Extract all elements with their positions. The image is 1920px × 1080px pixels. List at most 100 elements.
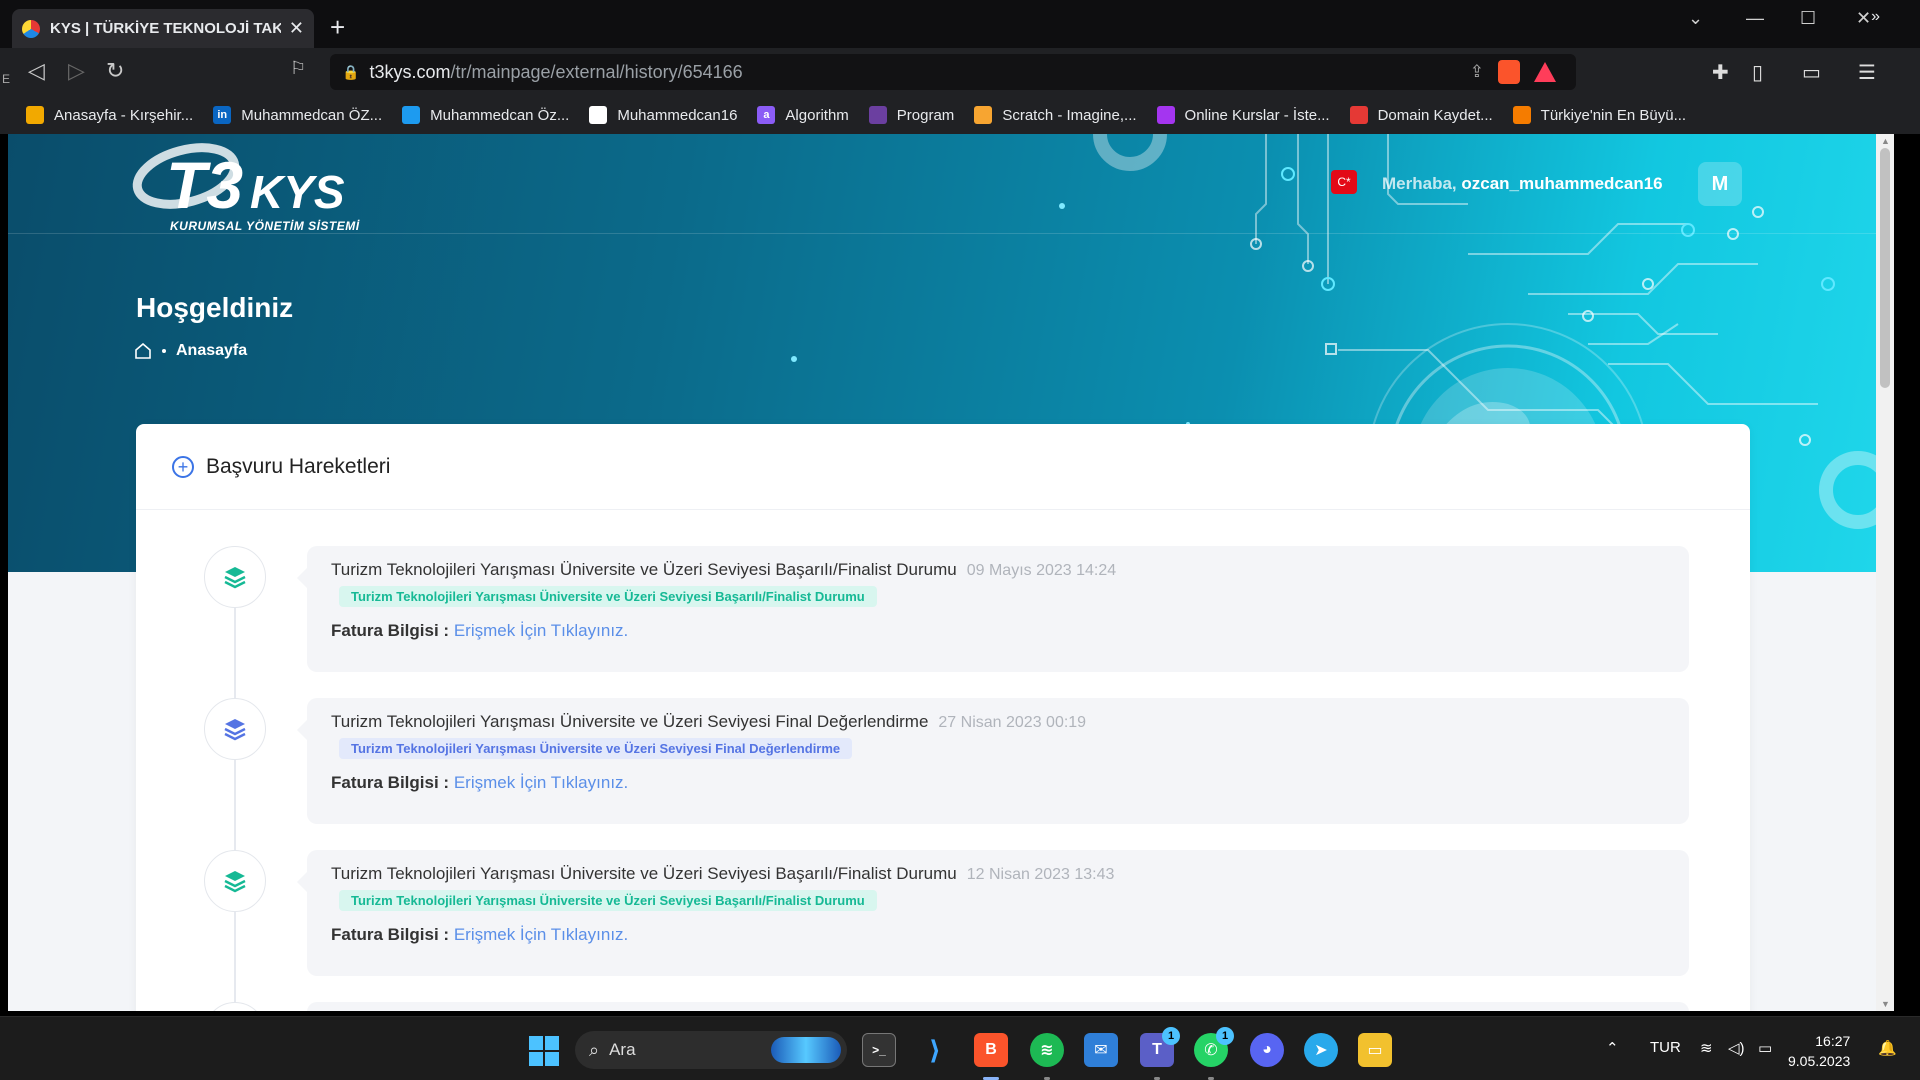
page-title: Hoşgeldiniz (136, 292, 294, 323)
search-label: Ara (609, 1040, 636, 1059)
teams-icon[interactable]: T1 (1140, 1027, 1180, 1067)
brave-rewards-icon[interactable] (1534, 62, 1556, 82)
fatura-label: Fatura Bilgisi : (331, 621, 450, 640)
bookmark-favicon-icon: a (757, 106, 776, 124)
tab-kys[interactable]: KYS | TÜRKİYE TEKNOLOJİ TAKIMI ✕ (12, 9, 314, 48)
battery-icon[interactable]: ▭ (1758, 1039, 1772, 1057)
timeline-content: Turizm Teknolojileri Yarışması Üniversit… (297, 546, 1689, 672)
fatura-link[interactable]: Erişmek İçin Tıklayınız. (454, 621, 628, 640)
spotify-icon[interactable]: ≋ (1030, 1033, 1064, 1067)
teams-badge: 1 (1162, 1027, 1180, 1045)
mail-icon[interactable]: ✉ (1084, 1033, 1118, 1067)
user-greeting: Merhaba, ozcan_muhammedcan16 (1382, 174, 1663, 194)
header-divider (8, 233, 1876, 234)
wallet-icon[interactable]: ▭ (1802, 60, 1821, 85)
bookmark-label: Algorithm (785, 106, 849, 124)
maximize-button[interactable]: ☐ (1800, 8, 1816, 29)
file-explorer-icon[interactable]: ▭ (1358, 1033, 1392, 1067)
menu-icon[interactable]: ☰ (1858, 60, 1876, 85)
bookmark-item[interactable]: Online Kurslar - İste... (1156, 106, 1330, 124)
windows-taskbar: ⌕ Ara >_ ⟩ B ≋ ✉ T1 ✆ 1 ◕ ➤ ▭ ⌃ TUR ≋ ◁) … (0, 1016, 1920, 1080)
breadcrumb-separator (162, 349, 166, 353)
bookmark-item[interactable]: Türkiye'nin En Büyü... (1512, 106, 1687, 124)
vertical-scrollbar[interactable]: ▲ ▼ (1876, 134, 1894, 1011)
tab-search-chevron-icon[interactable]: ⌄ (1688, 8, 1703, 29)
brave-shields-icon[interactable] (1498, 60, 1520, 84)
forward-icon[interactable]: ▷ (68, 58, 85, 84)
fatura-link[interactable]: Erişmek İçin Tıklayınız. (454, 773, 628, 792)
new-tab-button[interactable]: + (330, 12, 345, 43)
wifi-icon[interactable]: ≋ (1700, 1039, 1713, 1057)
scroll-up-icon[interactable]: ▲ (1881, 136, 1890, 146)
share-icon[interactable]: ⇪ (1470, 62, 1484, 82)
bookmark-item[interactable]: in Muhammedcan ÖZ... (213, 106, 382, 124)
home-icon[interactable] (134, 343, 152, 359)
bookmark-favicon-icon (1349, 106, 1368, 124)
bookmark-item[interactable]: a Algorithm (757, 106, 849, 124)
turkey-flag-icon[interactable]: C* (1331, 170, 1357, 194)
reload-icon[interactable]: ↻ (106, 58, 124, 84)
bookmark-item[interactable]: Program (868, 106, 954, 124)
svg-text:KYS: KYS (250, 166, 345, 218)
event-title: Turizm Teknolojileri Yarışması Üniversit… (331, 864, 957, 883)
scroll-down-icon[interactable]: ▼ (1881, 999, 1890, 1009)
extensions-icon[interactable]: ✚ (1712, 60, 1729, 85)
timeline-content: Turizm Teknolojileri Yarışması Üniversit… (297, 850, 1689, 976)
bookmark-favicon-icon (589, 106, 608, 124)
bookmark-label: Muhammedcan16 (617, 106, 738, 124)
address-bar[interactable]: 🔒 t3kys.com /tr/mainpage/external/histor… (330, 54, 1576, 90)
timeline-node (204, 698, 266, 760)
minimize-button[interactable]: — (1746, 8, 1764, 29)
bookmark-item[interactable]: Muhammedcan Öz... (402, 106, 569, 124)
breadcrumb-anasayfa[interactable]: Anasayfa (176, 342, 247, 360)
card-header: + Başvuru Hareketleri (136, 424, 1750, 510)
language-indicator[interactable]: TUR (1650, 1039, 1681, 1056)
bookmarks-more-icon[interactable]: » (1871, 8, 1880, 26)
bookmark-label: Anasayfa - Kırşehir... (54, 106, 194, 124)
discord-icon[interactable]: ◕ (1250, 1033, 1284, 1067)
back-icon[interactable]: ◁ (28, 58, 45, 84)
start-button[interactable] (529, 1036, 559, 1066)
bookmark-favicon-icon (26, 106, 44, 124)
vscode-icon[interactable]: ⟩ (918, 1033, 952, 1067)
terminal-icon[interactable]: >_ (862, 1033, 896, 1067)
timeline-item: Turizm Teknolojileri Yarışması Üniversit… (136, 546, 1750, 672)
bookmark-label: Türkiye'nin En Büyü... (1540, 106, 1687, 124)
notifications-icon[interactable]: 🔔 (1878, 1039, 1897, 1057)
svg-text:T3: T3 (166, 148, 243, 222)
page-viewport: T3 KYS KURUMSAL YÖNETİM SİSTEMİ C* Merha… (8, 134, 1894, 1011)
show-hidden-icons-chevron-icon[interactable]: ⌃ (1606, 1039, 1619, 1057)
bookmark-item[interactable]: Muhammedcan16 (589, 106, 737, 124)
breadcrumb: Anasayfa (134, 342, 247, 360)
volume-icon[interactable]: ◁) (1728, 1039, 1745, 1057)
event-date: 27 Nisan 2023 00:19 (938, 714, 1087, 731)
close-window-button[interactable]: ✕ (1856, 8, 1871, 29)
clock-time: 16:27 (1815, 1033, 1851, 1049)
bookmark-item[interactable]: Domain Kaydet... (1349, 106, 1493, 124)
greeting-prefix: Merhaba, (1382, 174, 1457, 193)
bookmark-item[interactable]: Anasayfa - Kırşehir... (26, 106, 193, 124)
system-clock[interactable]: 16:27 9.05.2023 (1788, 1031, 1850, 1071)
bookmark-item[interactable]: Scratch - Imagine,... (974, 106, 1137, 124)
avatar[interactable]: M (1698, 162, 1742, 206)
sidebar-icon[interactable]: ▯ (1752, 60, 1763, 85)
timeline-node (204, 546, 266, 608)
brave-browser-icon[interactable]: B (974, 1033, 1008, 1067)
add-circle-icon: + (172, 455, 194, 478)
logo-subtitle: KURUMSAL YÖNETİM SİSTEMİ (170, 219, 360, 233)
bookmarks-bar: Anasayfa - Kırşehir... in Muhammedcan ÖZ..… (0, 96, 1920, 134)
tab-title: KYS | TÜRKİYE TEKNOLOJİ TAKIMI (50, 20, 281, 37)
bookmark-favicon-icon (1156, 106, 1175, 124)
taskbar-search[interactable]: ⌕ Ara (575, 1031, 847, 1069)
fatura-link[interactable]: Erişmek İçin Tıklayınız. (454, 925, 628, 944)
kys-favicon-icon (22, 19, 40, 38)
bookmark-label: Muhammedcan ÖZ... (241, 106, 383, 124)
scroll-thumb[interactable] (1880, 148, 1890, 388)
bookmark-icon[interactable]: ⚐ (290, 58, 306, 79)
whatsapp-icon[interactable]: ✆ 1 (1194, 1027, 1234, 1067)
bookmark-label: Muhammedcan Öz... (430, 106, 570, 124)
telegram-icon[interactable]: ➤ (1304, 1033, 1338, 1067)
bookmark-favicon-icon (1512, 106, 1531, 124)
close-tab-icon[interactable]: ✕ (289, 18, 304, 39)
timeline-item (136, 1002, 1750, 1011)
